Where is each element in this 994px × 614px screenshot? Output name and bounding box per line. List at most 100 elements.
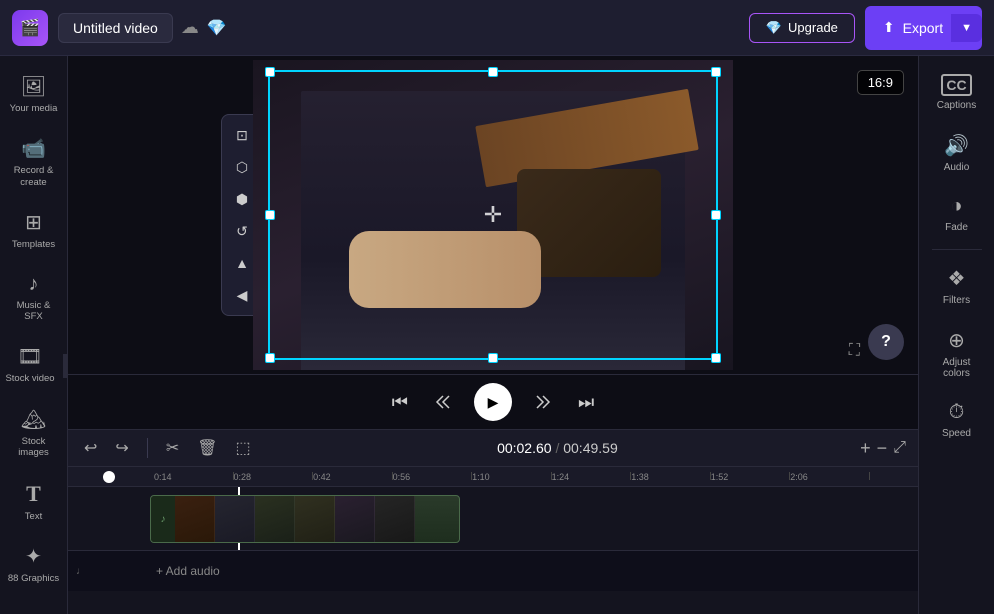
audio-track-row: ♩ + Add audio — [68, 551, 918, 591]
redo-button[interactable]: ↪ — [111, 436, 132, 460]
audio-icon: 🔊 — [944, 133, 969, 158]
ruler-mark-0:28: 0:28 — [234, 472, 314, 482]
clip-frame-1 — [175, 496, 215, 542]
skip-to-start-button[interactable]: ⏮ — [388, 388, 412, 417]
sidebar-item-stock-video[interactable]: 🎞 Stock video — [0, 334, 60, 394]
rewind-icon — [434, 393, 452, 411]
zoom-in-button[interactable]: + — [860, 438, 871, 459]
ruler-mark-0:56: 0:56 — [393, 472, 473, 482]
add-audio-button[interactable]: + Add audio — [148, 560, 228, 582]
zoom-out-button[interactable]: − — [877, 438, 888, 459]
sidebar-item-audio[interactable]: 🔊 Audio — [923, 123, 991, 183]
sidebar-item-record-create[interactable]: 📹 Record &create — [4, 126, 64, 198]
add-audio-label: + Add audio — [156, 564, 220, 578]
rewind-button[interactable] — [430, 389, 456, 415]
help-button[interactable]: ? — [868, 324, 904, 360]
playhead-marker — [103, 471, 115, 483]
video-track-row: Saigal blues file 4.mp4 ♪ — [68, 487, 918, 551]
video-canvas: ✛ — [253, 60, 733, 370]
upgrade-button[interactable]: 💎 Upgrade — [749, 13, 855, 43]
sidebar-item-music-sfx[interactable]: ♪ Music & SFX — [4, 263, 64, 333]
timeline-area: ↩ ↪ ✂ 🗑 ⬚ 00:02.60 / 00:49.59 + − ⤢ — [68, 429, 918, 614]
ruler-mark-0:42: 0:42 — [313, 472, 393, 482]
app-logo: 🎬 — [12, 10, 48, 46]
rotate-tool-button[interactable]: ↺ — [228, 217, 256, 245]
video-canvas-inner: ✛ — [253, 60, 733, 370]
crop-tool-button[interactable]: ⬡ — [228, 153, 256, 181]
video-clip[interactable]: ♪ — [150, 495, 460, 543]
right-sidebar: CC Captions 🔊 Audio ◑ Fade ❖ Filters ⊕ A… — [918, 56, 994, 614]
captions-icon: CC — [941, 74, 971, 96]
rs-divider — [932, 249, 982, 250]
screen-tool-button[interactable]: ⬢ — [228, 185, 256, 213]
ruler-mark-1:24: 1:24 — [552, 472, 632, 482]
stock-video-icon: 🎞 — [17, 344, 42, 369]
clip-frame-2 — [215, 496, 255, 542]
ruler-mark-1:38: 1:38 — [631, 472, 711, 482]
sidebar-item-your-media[interactable]: 🖼 Your media — [4, 64, 64, 124]
duplicate-button[interactable]: ⬚ — [232, 436, 255, 460]
sidebar-item-speed[interactable]: ⏱ Speed — [923, 391, 991, 449]
sidebar-item-graphics[interactable]: ✦ 88 Graphics — [4, 534, 64, 594]
video-track-content[interactable]: ♪ — [148, 487, 918, 550]
ruler-mark-1:10: 1:10 — [472, 472, 552, 482]
graphics-icon: ✦ — [25, 544, 42, 569]
audio-track-label: ♩ — [68, 562, 148, 581]
export-upload-icon: ⬆ — [883, 19, 895, 36]
timeline-ruler: 0:14 0:28 0:42 0:56 1:10 1:24 1:38 1:52 … — [68, 467, 918, 487]
text-tool-button[interactable]: ▲ — [228, 249, 256, 277]
playback-controls: ⏮ ▶ ⏭ — [68, 374, 918, 429]
forward-button[interactable] — [530, 389, 556, 415]
fit-button[interactable]: ⤢ — [893, 439, 906, 457]
video-title-button[interactable]: Untitled video — [58, 13, 173, 43]
cloud-icon: ☁ — [181, 17, 199, 38]
expand-preview-button[interactable]: ⛶ — [849, 342, 860, 360]
sidebar-item-stock-images[interactable]: 🏔 Stock images — [4, 397, 64, 469]
arm — [349, 231, 541, 309]
timeline-content: 0:14 0:28 0:42 0:56 1:10 1:24 1:38 1:52 … — [68, 467, 918, 613]
speed-icon: ⏱ — [949, 401, 965, 424]
ruler-mark-2:06: 2:06 — [790, 472, 870, 482]
clip-frame-6 — [375, 496, 415, 542]
sidebar-item-filters[interactable]: ❖ Filters — [923, 256, 991, 316]
sidebar-item-fade[interactable]: ◑ Fade — [923, 185, 991, 243]
undo-button[interactable]: ↩ — [80, 436, 101, 460]
sidebar-item-text[interactable]: T Text — [4, 471, 64, 532]
skip-to-end-button[interactable]: ⏭ — [574, 388, 598, 417]
track-label: Saigal blues file 4.mp4 — [68, 515, 148, 523]
sidebar-item-templates[interactable]: ⊞ Templates — [4, 200, 64, 260]
total-time: 00:49.59 — [563, 440, 618, 456]
toolbar-separator-1 — [147, 438, 148, 458]
left-sidebar: 🖼 Your media 📹 Record &create ⊞ Template… — [0, 56, 68, 614]
filters-icon: ❖ — [948, 266, 966, 291]
main-area: 🖼 Your media 📹 Record &create ⊞ Template… — [0, 56, 994, 614]
ruler-start-space — [68, 471, 150, 483]
center-area: ⊡ ⬡ ⬢ ↺ ▲ ◀ — [68, 56, 918, 614]
clip-frames — [175, 496, 459, 542]
select-tool-button[interactable]: ⊡ — [228, 121, 256, 149]
clip-frame-3 — [255, 496, 295, 542]
current-time: 00:02.60 — [497, 440, 552, 456]
play-button[interactable]: ▶ — [474, 383, 512, 421]
adjust-colors-icon: ⊕ — [948, 328, 965, 353]
diamond-icon: 💎 — [207, 18, 227, 38]
export-button[interactable]: ⬆ Export ▼ — [865, 6, 982, 50]
topbar: 🎬 Untitled video ☁ 💎 💎 Upgrade ⬆ Export … — [0, 0, 994, 56]
sidebar-item-adjust-colors[interactable]: ⊕ Adjustcolors — [923, 318, 991, 389]
clip-frame-4 — [295, 496, 335, 542]
music-sfx-icon: ♪ — [29, 273, 39, 296]
logo-icon: 🎬 — [20, 18, 40, 38]
clip-audio-icon: ♪ — [151, 496, 175, 542]
delete-button[interactable]: 🗑 — [193, 436, 221, 460]
video-frame — [253, 60, 733, 370]
export-caret-icon[interactable]: ▼ — [951, 14, 982, 42]
ruler-mark-0:14: 0:14 — [154, 472, 234, 482]
clip-frame-5 — [335, 496, 375, 542]
time-separator: / — [552, 440, 564, 456]
sidebar-item-captions[interactable]: CC Captions — [923, 64, 991, 121]
cut-button[interactable]: ✂ — [162, 436, 183, 460]
zoom-controls: + − ⤢ — [860, 438, 906, 459]
forward-icon — [534, 393, 552, 411]
volume-tool-button[interactable]: ◀ — [228, 281, 256, 309]
video-preview: ⊡ ⬡ ⬢ ↺ ▲ ◀ — [68, 56, 918, 374]
